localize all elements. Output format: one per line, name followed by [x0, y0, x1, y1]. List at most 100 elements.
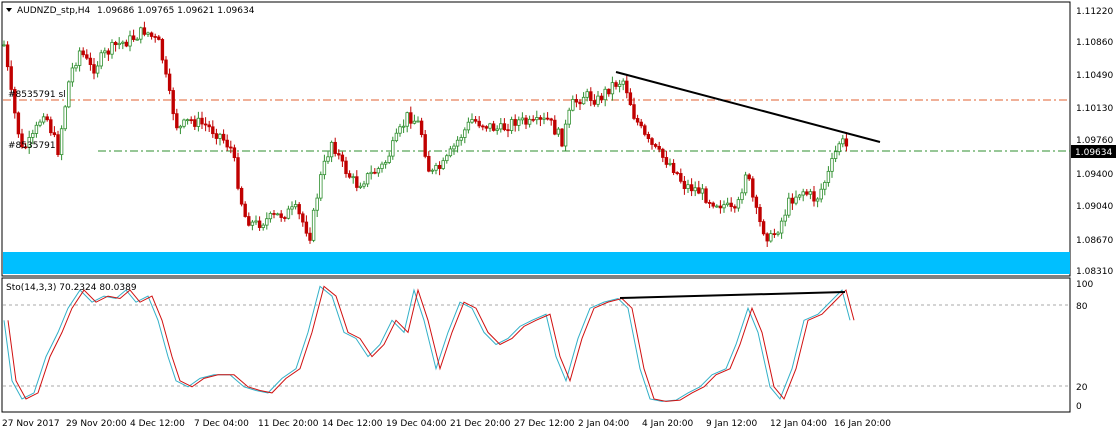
candle-body	[77, 50, 82, 66]
candle-body	[301, 213, 305, 223]
time-axis: 27 Nov 2017 29 Nov 20:00 4 Dec 12:00 7 D…	[2, 419, 891, 429]
current-price: 1.09634	[1075, 148, 1112, 158]
candle-body	[812, 191, 816, 202]
candle-body	[650, 138, 654, 145]
candle-body	[679, 173, 683, 182]
candle-body	[380, 163, 384, 169]
candle-body	[477, 120, 481, 127]
candle-body	[268, 213, 273, 220]
candle-body	[751, 178, 755, 198]
price-tick: 1.09040	[1076, 202, 1113, 212]
chart-window[interactable]: AUDNZD_stp,H4 1.09686 1.09765 1.09621 1.…	[0, 0, 1117, 434]
time-label: 9 Jan 12:00	[706, 419, 758, 429]
candle-body	[398, 126, 402, 134]
candle-body	[563, 123, 568, 147]
candle-body	[315, 197, 319, 211]
candle-body	[524, 117, 528, 125]
price-tick: 1.10490	[1076, 71, 1113, 81]
candle-body	[272, 213, 276, 215]
candle-body	[308, 232, 312, 241]
candle-body	[9, 66, 13, 90]
demand-zone[interactable]	[3, 252, 1070, 274]
candle-body	[607, 88, 611, 95]
candle-body	[621, 80, 625, 85]
candle-body	[409, 112, 413, 124]
candle-body	[765, 233, 769, 242]
candle-body	[365, 173, 370, 185]
candle-body	[430, 169, 435, 172]
candle-body	[322, 160, 327, 176]
candle-body	[520, 117, 525, 121]
candle-body	[239, 187, 244, 205]
stoch-panel-frame	[1, 277, 1071, 413]
candle-body	[635, 118, 640, 123]
candle-body	[704, 188, 708, 203]
candle-body	[675, 172, 679, 174]
candle-body	[502, 123, 507, 131]
candle-body	[171, 90, 175, 115]
candle-body	[844, 138, 849, 147]
candle-body	[715, 205, 719, 208]
price-tick: 1.09760	[1076, 136, 1113, 146]
candle-body	[45, 116, 49, 121]
stoch-tick: 20	[1076, 383, 1088, 393]
candle-body	[261, 224, 265, 228]
symbol-timeframe: AUDNZD_stp,H4	[17, 6, 91, 16]
candle-body	[38, 121, 42, 126]
candle-body	[113, 42, 118, 46]
candle-body	[531, 118, 535, 121]
candle-body	[326, 156, 330, 162]
candle-body	[668, 162, 672, 165]
candle-body	[427, 155, 431, 172]
candle-body	[495, 128, 499, 131]
candle-body	[628, 92, 633, 106]
candle-body	[419, 120, 424, 135]
candle-body	[448, 148, 453, 157]
candle-body	[16, 112, 21, 135]
candle-body	[772, 233, 777, 236]
candle-body	[355, 176, 359, 188]
candle-body	[837, 143, 841, 153]
candle-body	[808, 191, 813, 195]
candle-body	[556, 128, 561, 135]
candle-body	[776, 232, 780, 235]
candle-body	[85, 54, 89, 59]
stoch-scale: 100 80 20 0	[1076, 280, 1093, 412]
candle-body	[283, 217, 287, 219]
candle-body	[185, 119, 190, 122]
candle-body	[167, 73, 172, 91]
candle-body	[182, 119, 186, 127]
candle-body	[49, 119, 53, 134]
candle-body	[160, 39, 165, 61]
price-tick: 1.10130	[1076, 104, 1113, 114]
candle-body	[146, 32, 150, 35]
candle-body	[574, 99, 579, 103]
candle-body	[747, 174, 751, 180]
candle-body	[333, 141, 337, 154]
candle-body	[769, 233, 773, 242]
candle-body	[733, 206, 737, 209]
candle-body	[729, 202, 733, 208]
candle-body	[225, 139, 229, 148]
candle-body	[805, 191, 809, 195]
candle-body	[581, 96, 586, 105]
candle-body	[470, 119, 474, 123]
candle-body	[571, 99, 575, 111]
candle-body	[423, 134, 427, 157]
candle-body	[265, 218, 269, 226]
candle-body	[473, 119, 478, 122]
candle-body	[412, 120, 417, 124]
candle-body	[610, 82, 615, 95]
candle-body	[815, 198, 820, 202]
candle-body	[743, 174, 748, 194]
candle-body	[59, 128, 64, 156]
candle-body	[383, 162, 388, 165]
candle-body	[2, 44, 6, 47]
candle-body	[567, 109, 571, 125]
candle-body	[596, 95, 600, 105]
candle-body	[671, 162, 676, 173]
candle-body	[509, 119, 514, 131]
time-label: 7 Dec 04:00	[194, 419, 249, 429]
candle-body	[401, 125, 406, 128]
candle-body	[110, 42, 114, 55]
